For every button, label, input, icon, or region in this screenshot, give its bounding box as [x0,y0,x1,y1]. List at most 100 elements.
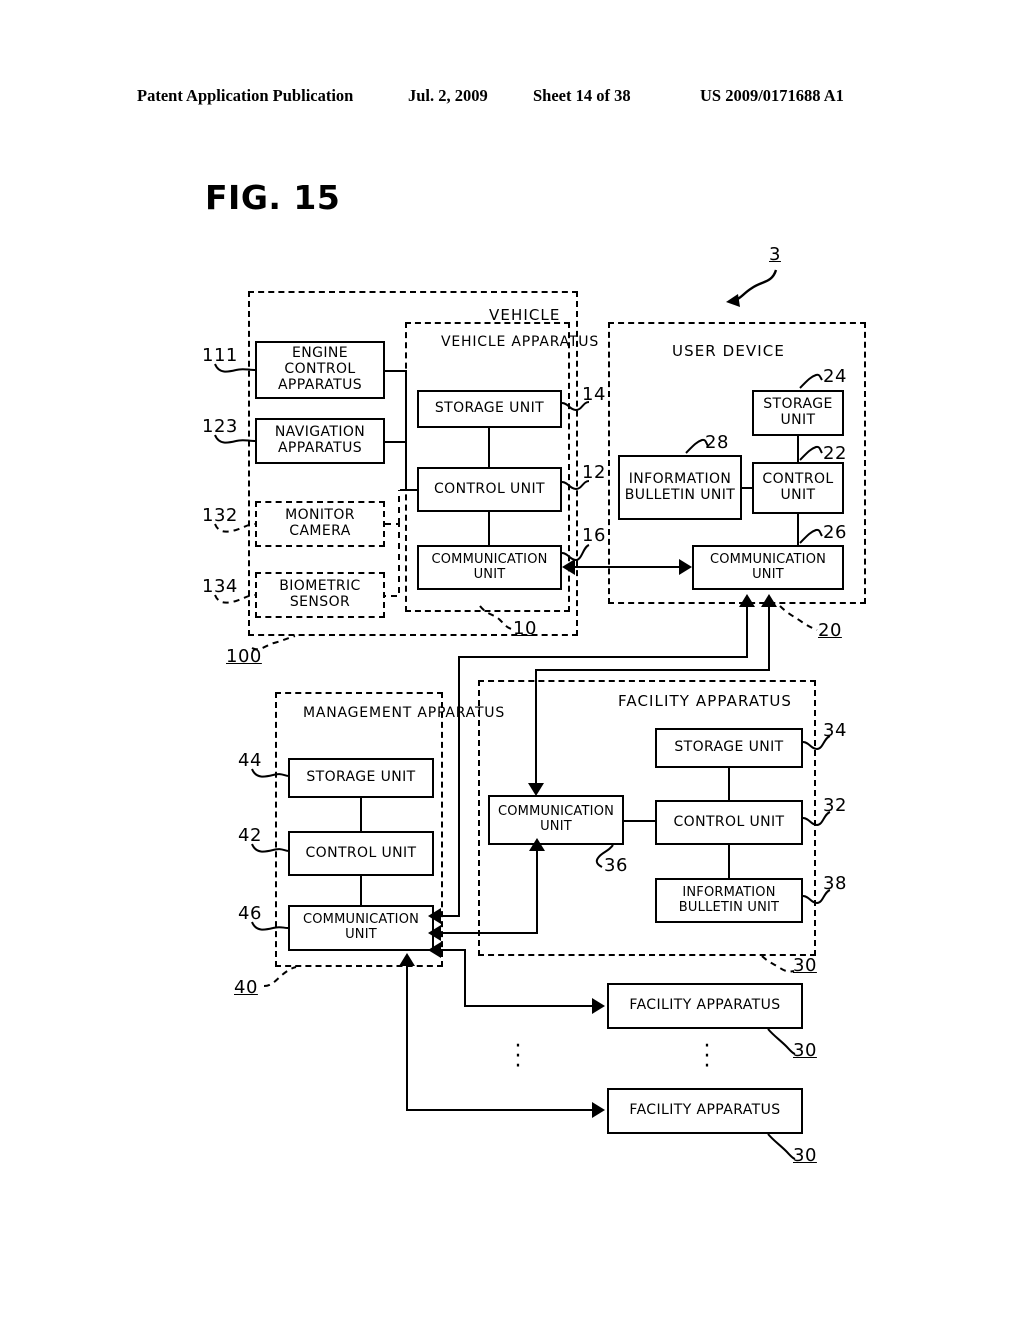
management-control-comm-link [360,876,362,905]
route-b-arrow-up [761,594,777,607]
user-bulletin-control-link [742,487,752,489]
facility-apparatus-box-3[interactable]: FACILITY APPARATUS [607,1088,803,1134]
vehicle-user-link [575,566,685,569]
biometric-sensor-box[interactable]: BIOMETRIC SENSOR [255,572,385,618]
facility-communication-unit-label: COMMUNICATION UNIT [497,804,615,834]
route-a-v2 [746,606,749,658]
user-storage-unit-label: STORAGE UNIT [763,396,833,428]
facility-apparatus-box-2[interactable]: FACILITY APPARATUS [607,983,803,1029]
ref-100: 100 [226,646,262,667]
ellipsis-left: · · · [514,1034,522,1079]
vehicle-storage-control-link [488,428,490,467]
ref-26: 26 [823,522,847,543]
biometric-sensor-label: BIOMETRIC SENSOR [279,578,361,610]
route-d-arrow-up [529,838,545,851]
management-storage-unit-label: STORAGE UNIT [306,769,416,786]
patent-number: US 2009/0171688 A1 [700,86,844,105]
ref-14: 14 [582,384,606,405]
facility-information-bulletin-unit-box[interactable]: INFORMATION BULLETIN UNIT [655,878,803,923]
facility-communication-unit-box[interactable]: COMMUNICATION UNIT [488,795,624,845]
engine-control-apparatus-label: ENGINE CONTROL APPARATUS [277,345,363,393]
figure-title: FIG. 15 [205,178,341,217]
vehicle-storage-unit-box[interactable]: STORAGE UNIT [417,390,562,428]
ref-38: 38 [823,873,847,894]
ref-111: 111 [202,345,238,366]
user-control-comm-link [797,514,799,545]
page-header: Patent Application Publication Jul. 2, 2… [0,86,1024,112]
user-storage-control-link [797,436,799,462]
route-f-arrow-right [592,1102,605,1118]
ref-34: 34 [823,720,847,741]
leader-30-third [767,1133,796,1160]
facility-control-unit-label: CONTROL UNIT [673,813,785,830]
user-storage-unit-box[interactable]: STORAGE UNIT [752,390,844,436]
ref-42: 42 [238,825,262,846]
route-f-arrow-up [399,953,415,966]
route-b-v1 [768,606,771,670]
user-control-unit-box[interactable]: CONTROL UNIT [752,462,844,514]
facility-control-bulletin-link [728,845,730,878]
ref-30-main: 30 [793,955,817,976]
facility-apparatus-3-label: FACILITY APPARATUS [629,1102,781,1119]
vehicle-communication-unit-box[interactable]: COMMUNICATION UNIT [417,545,562,590]
ref-12: 12 [582,462,606,483]
leader-40 [263,966,297,987]
ref-32: 32 [823,795,847,816]
management-control-unit-label: CONTROL UNIT [305,844,417,861]
ref-46: 46 [238,903,262,924]
vehicle-control-unit-box[interactable]: CONTROL UNIT [417,467,562,512]
ref-134: 134 [202,576,238,597]
route-c-arrow-left [428,908,441,924]
user-communication-unit-label: COMMUNICATION UNIT [709,551,827,582]
vehicle-apparatus-label: VEHICLE APPARATUS [441,334,600,350]
facility-control-unit-box[interactable]: CONTROL UNIT [655,800,803,845]
route-c-v1 [458,656,461,917]
engine-control-apparatus-box[interactable]: ENGINE CONTROL APPARATUS [255,341,385,399]
system-ref-arrow-curve [735,269,778,302]
route-a-h1 [458,656,748,659]
vehicle-user-arrow-right [679,559,692,575]
ref-20: 20 [818,620,842,641]
ref-36: 36 [604,855,628,876]
vehicle-user-arrow-left [562,559,575,575]
engine-bus-h [385,370,407,373]
management-communication-unit-box[interactable]: COMMUNICATION UNIT [288,905,434,951]
facility-apparatus-2-label: FACILITY APPARATUS [629,997,781,1014]
peripheral-bus-v [405,370,408,490]
publication-label: Patent Application Publication [137,86,354,105]
leader-20 [779,605,818,631]
route-b-h1 [535,669,770,672]
facility-storage-unit-box[interactable]: STORAGE UNIT [655,728,803,768]
route-b-v2 [535,669,538,787]
route-f-h1 [406,1109,594,1112]
management-communication-unit-label: COMMUNICATION UNIT [302,912,420,942]
management-control-unit-box[interactable]: CONTROL UNIT [288,831,434,876]
route-d-v1 [536,845,539,934]
ellipsis-right: · · · [703,1034,711,1079]
monitor-camera-box[interactable]: MONITOR CAMERA [255,501,385,547]
vehicle-control-comm-link [488,512,490,545]
user-communication-unit-box[interactable]: COMMUNICATION UNIT [692,545,844,590]
ref-30-third: 30 [793,1145,817,1166]
route-e-arrow-right [592,998,605,1014]
user-information-bulletin-unit-label: INFORMATION BULLETIN UNIT [624,470,736,503]
ref-123: 123 [202,416,238,437]
route-d-h1 [434,932,538,935]
navigation-bus-h [385,441,407,444]
leader-30-main [761,955,795,973]
vehicle-communication-unit-label: COMMUNICATION UNIT [431,551,548,582]
ref-16: 16 [582,525,606,546]
vehicle-storage-unit-label: STORAGE UNIT [434,400,545,417]
navigation-apparatus-label: NAVIGATION APPARATUS [274,424,366,456]
ref-132: 132 [202,505,238,526]
facility-information-bulletin-unit-label: INFORMATION BULLETIN UNIT [678,884,780,915]
route-d-arrow-left [428,925,441,941]
user-information-bulletin-unit-box[interactable]: INFORMATION BULLETIN UNIT [618,455,742,520]
navigation-apparatus-box[interactable]: NAVIGATION APPARATUS [255,418,385,464]
user-control-unit-label: CONTROL UNIT [762,471,834,503]
ref-10: 10 [513,618,537,639]
management-storage-control-link [360,798,362,831]
publication-date: Jul. 2, 2009 [408,86,488,105]
route-f-v1 [406,965,409,1110]
management-storage-unit-box[interactable]: STORAGE UNIT [288,758,434,798]
